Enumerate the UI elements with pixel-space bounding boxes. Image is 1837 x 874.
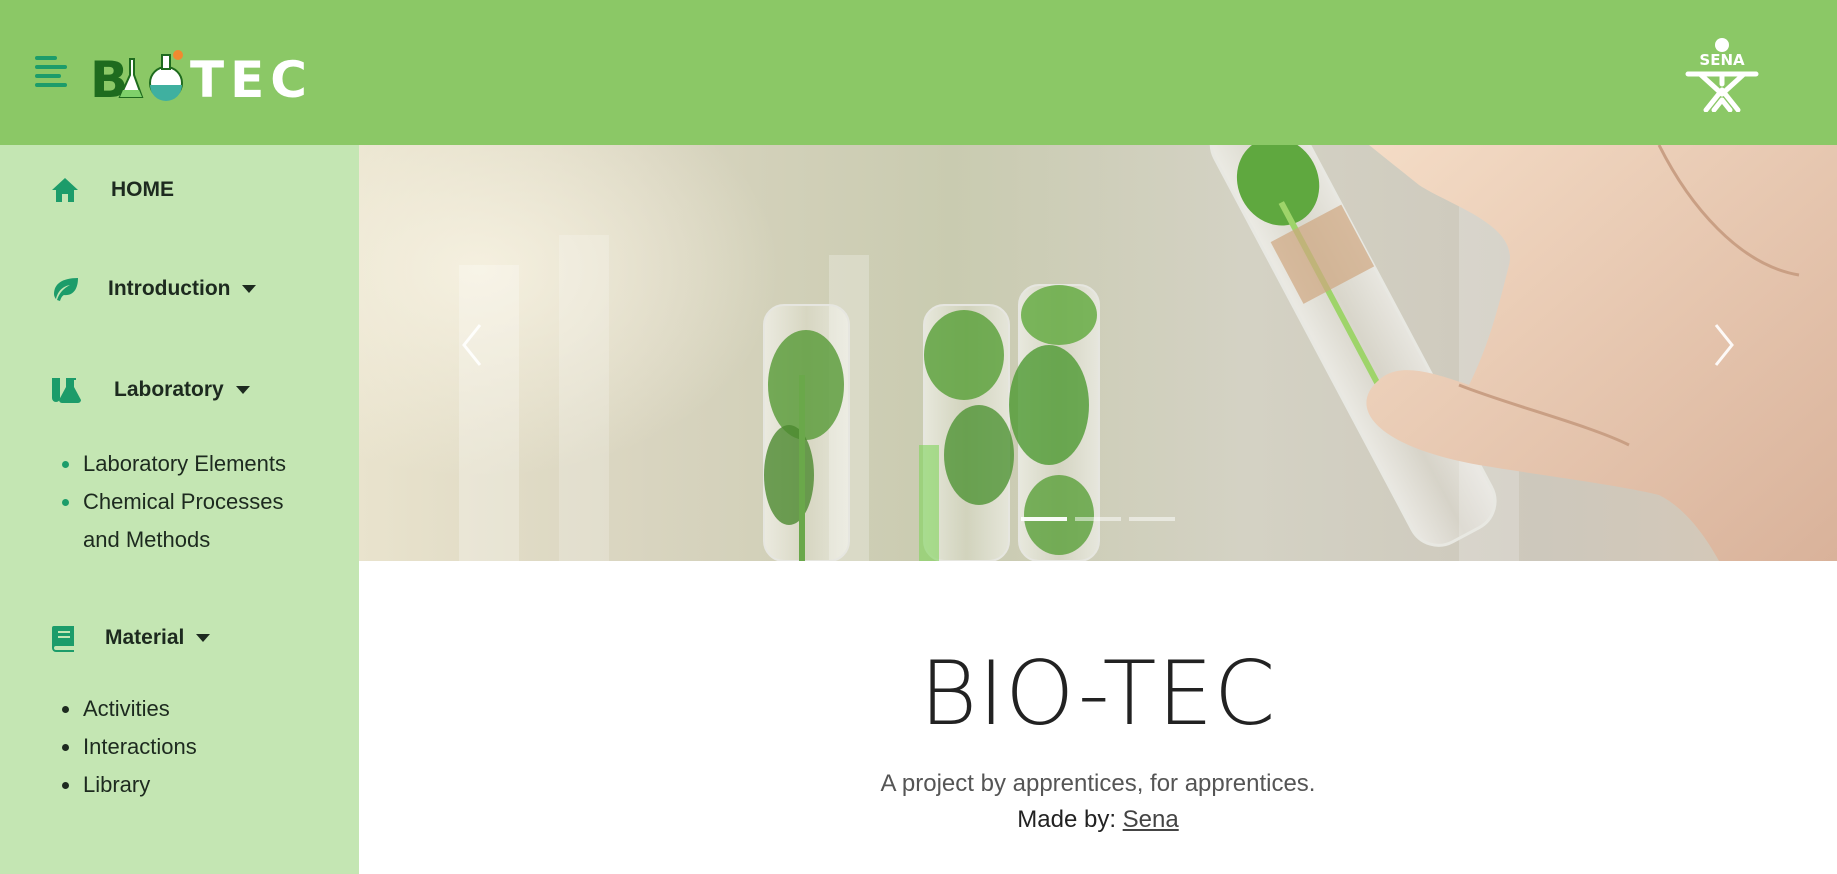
carousel-indicators [1021, 517, 1175, 521]
biotec-logo[interactable]: B TEC [90, 45, 305, 105]
sidebar-item-label: Material [105, 626, 185, 649]
sidebar-item-laboratory[interactable]: Laboratory [50, 375, 250, 405]
sidebar: HOME Introduction Laboratory Laboratory … [0, 145, 359, 874]
submenu-item-interactions[interactable]: Interactions [60, 728, 197, 766]
sidebar-item-label: HOME [111, 178, 174, 201]
chevron-left-icon [462, 324, 482, 366]
chevron-down-icon [242, 285, 257, 293]
page-subtitle: A project by apprentices, for apprentice… [880, 770, 1316, 797]
sena-logo-text: SENA [1699, 51, 1745, 69]
carousel-prev-button[interactable] [452, 315, 492, 375]
page-title: BIO-TEC [919, 642, 1277, 745]
submenu-item-activities[interactable]: Activities [60, 690, 197, 728]
chevron-right-icon [1714, 324, 1734, 366]
image-carousel [359, 145, 1837, 561]
flask-icon [50, 375, 84, 405]
menu-toggle-icon[interactable] [35, 56, 67, 88]
submenu-item-chemical-processes-cont[interactable]: and Methods [60, 521, 286, 559]
bullet-icon [62, 744, 69, 751]
sena-link[interactable]: Sena [1123, 806, 1179, 833]
bullet-icon [62, 782, 69, 789]
svg-text:TEC: TEC [190, 51, 305, 105]
leaf-icon [50, 274, 84, 304]
chevron-down-icon [196, 634, 211, 642]
sidebar-item-label: Introduction [108, 277, 231, 300]
carousel-slide-image [359, 145, 1837, 561]
carousel-indicator-1[interactable] [1021, 517, 1067, 521]
carousel-indicator-3[interactable] [1129, 517, 1175, 521]
submenu-item-library[interactable]: Library [60, 766, 197, 804]
carousel-indicator-2[interactable] [1075, 517, 1121, 521]
made-by-line: Made by: Sena [359, 806, 1837, 834]
book-icon [50, 623, 84, 653]
biotec-logo-image: B TEC [90, 50, 305, 105]
house-icon [50, 175, 84, 205]
chevron-down-icon [235, 386, 250, 394]
bullet-icon [62, 461, 69, 468]
top-navbar: B TEC SENA [0, 0, 1837, 145]
carousel-next-button[interactable] [1704, 315, 1744, 375]
bullet-icon [62, 499, 69, 506]
sidebar-item-home[interactable]: HOME [50, 175, 174, 205]
bullet-icon [62, 706, 69, 713]
laboratory-submenu: Laboratory Elements Chemical Processes a… [60, 445, 286, 559]
submenu-item-chemical-processes[interactable]: Chemical Processes [60, 483, 286, 521]
sidebar-item-material[interactable]: Material [50, 623, 211, 653]
sidebar-item-label: Laboratory [114, 378, 224, 401]
sidebar-item-introduction[interactable]: Introduction [50, 274, 257, 304]
sena-logo-image: SENA [1685, 38, 1759, 113]
material-submenu: Activities Interactions Library [60, 690, 197, 804]
submenu-item-laboratory-elements[interactable]: Laboratory Elements [60, 445, 286, 483]
made-by-label: Made by: [1017, 806, 1116, 833]
sena-logo[interactable]: SENA [1682, 32, 1762, 113]
